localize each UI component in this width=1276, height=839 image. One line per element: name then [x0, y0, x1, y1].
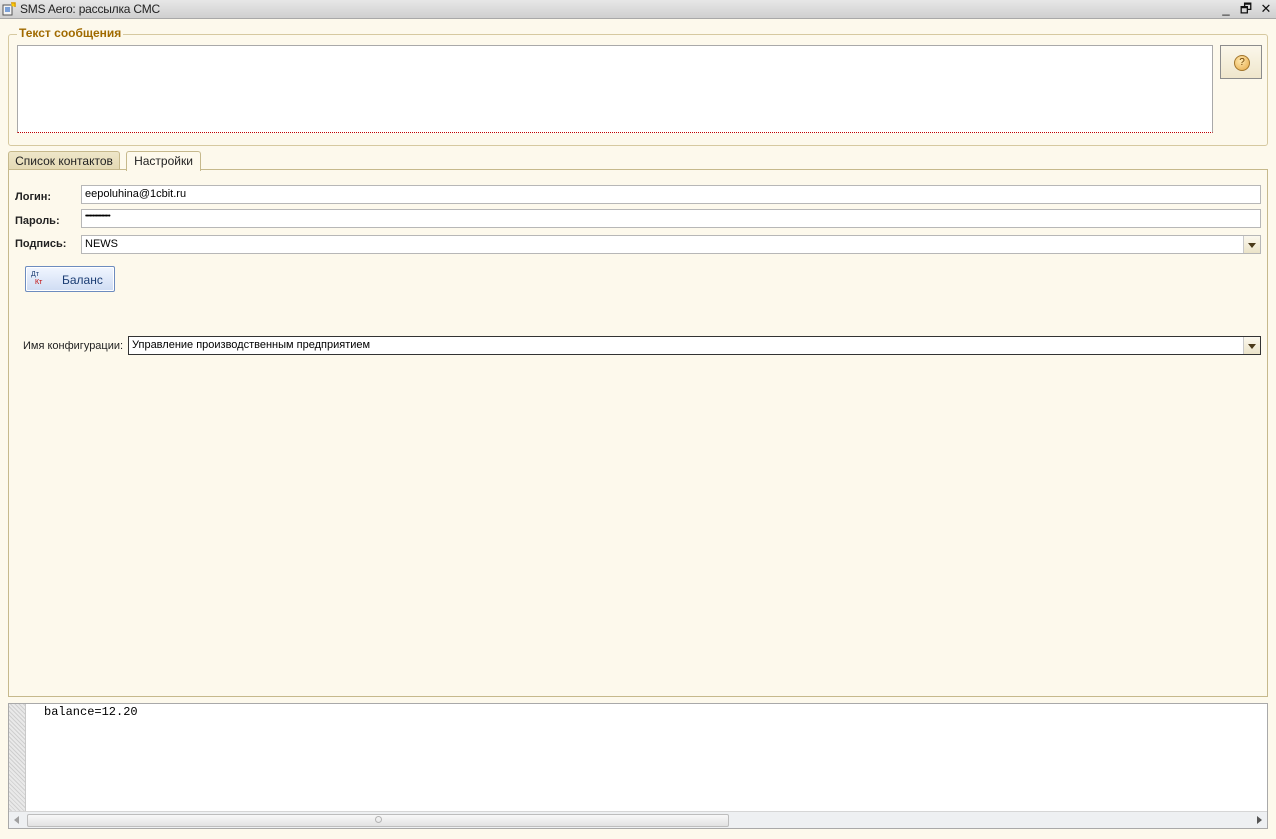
login-input[interactable]: eepoluhina@1cbit.ru: [81, 185, 1261, 204]
config-dropdown-button[interactable]: [1243, 337, 1260, 354]
close-icon: ✕: [1260, 1, 1272, 16]
message-text-legend: Текст сообщения: [17, 26, 124, 40]
close-button[interactable]: ✕: [1258, 1, 1274, 17]
app-icon: [2, 2, 16, 16]
debit-credit-icon: Дт Кт: [31, 271, 47, 287]
config-name-select[interactable]: Управление производственным предприятием: [128, 336, 1261, 355]
balance-button-label: Баланс: [62, 273, 103, 287]
chevron-down-icon: [1248, 344, 1256, 349]
login-label: Логин:: [15, 191, 52, 203]
message-text-input[interactable]: [17, 45, 1213, 133]
question-icon: ?: [1234, 55, 1250, 71]
tab-contacts[interactable]: Список контактов: [8, 151, 120, 170]
config-name-label: Имя конфигурации:: [23, 340, 124, 352]
output-gutter: [9, 704, 26, 812]
restore-button[interactable]: 🗗: [1238, 1, 1254, 17]
settings-panel: Логин: eepoluhina@1cbit.ru Пароль: •••••…: [8, 169, 1268, 697]
output-text: balance=12.20: [44, 705, 138, 719]
horizontal-scrollbar[interactable]: [9, 811, 1267, 828]
restore-icon: 🗗: [1239, 1, 1253, 16]
password-label: Пароль:: [15, 215, 60, 227]
signature-value: NEWS: [85, 238, 118, 250]
window-titlebar: SMS Aero: рассылка СМС _ 🗗 ✕: [0, 0, 1276, 19]
balance-button[interactable]: Дт Кт Баланс: [25, 266, 115, 292]
debit-glyph: Дт: [31, 271, 39, 278]
help-button[interactable]: ?: [1220, 45, 1262, 79]
scrollbar-grip-icon: [375, 816, 382, 823]
tab-settings[interactable]: Настройки: [126, 151, 201, 171]
password-input[interactable]: •••••••••••••••••: [81, 209, 1261, 228]
signature-label: Подпись:: [15, 238, 67, 250]
config-name-value: Управление производственным предприятием: [132, 339, 371, 351]
minimize-button[interactable]: _: [1218, 1, 1234, 17]
window-title: SMS Aero: рассылка СМС: [20, 2, 160, 16]
output-panel[interactable]: balance=12.20: [8, 703, 1268, 829]
signature-dropdown-button[interactable]: [1243, 236, 1260, 253]
minimize-icon: _: [1222, 1, 1230, 16]
scroll-right-icon[interactable]: [1257, 816, 1262, 824]
chevron-down-icon: [1248, 243, 1256, 248]
scroll-left-icon[interactable]: [14, 816, 19, 824]
signature-select[interactable]: NEWS: [81, 235, 1261, 254]
message-text-group: Текст сообщения ?: [8, 26, 1268, 146]
credit-glyph: Кт: [35, 279, 43, 286]
